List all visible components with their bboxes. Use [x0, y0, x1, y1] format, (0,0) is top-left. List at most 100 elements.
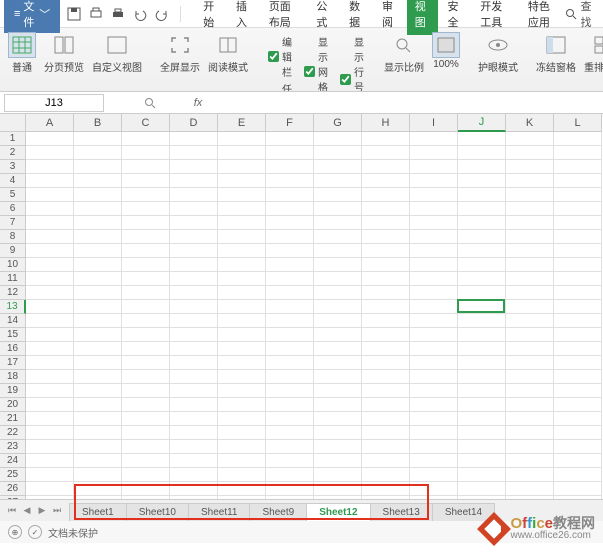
- cell[interactable]: [410, 328, 458, 342]
- cell[interactable]: [410, 468, 458, 482]
- cell[interactable]: [506, 412, 554, 426]
- cell[interactable]: [74, 370, 122, 384]
- cell[interactable]: [170, 244, 218, 258]
- cell[interactable]: [170, 328, 218, 342]
- file-menu[interactable]: ≡ 文件 ﹀: [4, 0, 60, 33]
- cell[interactable]: [506, 258, 554, 272]
- cell[interactable]: [170, 286, 218, 300]
- cell[interactable]: [218, 412, 266, 426]
- cell[interactable]: [218, 342, 266, 356]
- redo-icon[interactable]: [154, 6, 170, 22]
- cell[interactable]: [26, 146, 74, 160]
- cell[interactable]: [506, 160, 554, 174]
- view-page-preview[interactable]: 分页预览: [42, 32, 86, 74]
- col-header-E[interactable]: E: [218, 114, 266, 132]
- cell[interactable]: [506, 230, 554, 244]
- cell[interactable]: [26, 230, 74, 244]
- row-header-25[interactable]: 25: [0, 468, 26, 482]
- sheet-tab-Sheet13[interactable]: Sheet13: [370, 503, 433, 521]
- check-show-grid[interactable]: 显示网格线: [304, 34, 328, 92]
- cell[interactable]: [26, 328, 74, 342]
- cell[interactable]: [410, 188, 458, 202]
- cell[interactable]: [458, 300, 506, 314]
- cell[interactable]: [314, 300, 362, 314]
- cell[interactable]: [122, 174, 170, 188]
- cell[interactable]: [410, 272, 458, 286]
- cell[interactable]: [170, 174, 218, 188]
- cell[interactable]: [26, 342, 74, 356]
- cell[interactable]: [554, 160, 602, 174]
- cell[interactable]: [218, 426, 266, 440]
- cell[interactable]: [218, 160, 266, 174]
- cell[interactable]: [122, 216, 170, 230]
- cell[interactable]: [218, 468, 266, 482]
- cell[interactable]: [554, 146, 602, 160]
- cell[interactable]: [314, 174, 362, 188]
- cell[interactable]: [266, 174, 314, 188]
- cell[interactable]: [362, 342, 410, 356]
- cell[interactable]: [218, 174, 266, 188]
- row-header-14[interactable]: 14: [0, 314, 26, 328]
- cell[interactable]: [122, 440, 170, 454]
- cell[interactable]: [362, 188, 410, 202]
- cell[interactable]: [26, 454, 74, 468]
- cell[interactable]: [410, 132, 458, 146]
- cell[interactable]: [458, 146, 506, 160]
- arrange-windows[interactable]: 重排窗口: [582, 32, 603, 74]
- cell[interactable]: [122, 230, 170, 244]
- cell[interactable]: [554, 300, 602, 314]
- cell[interactable]: [506, 370, 554, 384]
- cell[interactable]: [266, 454, 314, 468]
- cell[interactable]: [122, 426, 170, 440]
- cell[interactable]: [314, 454, 362, 468]
- cell[interactable]: [362, 314, 410, 328]
- cell[interactable]: [314, 370, 362, 384]
- cell[interactable]: [554, 174, 602, 188]
- col-header-F[interactable]: F: [266, 114, 314, 132]
- spreadsheet-grid[interactable]: ABCDEFGHIJKL 123456789101112131415161718…: [0, 114, 603, 506]
- cell[interactable]: [26, 370, 74, 384]
- row-header-17[interactable]: 17: [0, 356, 26, 370]
- cell[interactable]: [362, 216, 410, 230]
- cell[interactable]: [506, 300, 554, 314]
- cell[interactable]: [362, 286, 410, 300]
- cell[interactable]: [218, 314, 266, 328]
- row-header-24[interactable]: 24: [0, 454, 26, 468]
- freeze-panes[interactable]: 冻结窗格: [534, 32, 578, 74]
- cell[interactable]: [26, 440, 74, 454]
- cell[interactable]: [122, 342, 170, 356]
- cell[interactable]: [74, 314, 122, 328]
- cell[interactable]: [458, 230, 506, 244]
- cell[interactable]: [506, 272, 554, 286]
- cell[interactable]: [458, 454, 506, 468]
- cell[interactable]: [458, 286, 506, 300]
- nav-last-icon[interactable]: ⏭: [51, 504, 63, 518]
- cell[interactable]: [26, 188, 74, 202]
- cell[interactable]: [410, 412, 458, 426]
- cell[interactable]: [314, 132, 362, 146]
- cell[interactable]: [410, 146, 458, 160]
- cell[interactable]: [266, 230, 314, 244]
- row-header-18[interactable]: 18: [0, 370, 26, 384]
- tab-security[interactable]: 安全: [440, 0, 471, 35]
- sheet-tab-Sheet11[interactable]: Sheet11: [188, 503, 251, 521]
- cell[interactable]: [410, 300, 458, 314]
- cell[interactable]: [314, 342, 362, 356]
- cell[interactable]: [266, 440, 314, 454]
- cell[interactable]: [314, 440, 362, 454]
- cell[interactable]: [170, 132, 218, 146]
- cell[interactable]: [218, 272, 266, 286]
- cell[interactable]: [314, 244, 362, 258]
- cell[interactable]: [410, 244, 458, 258]
- cell[interactable]: [362, 398, 410, 412]
- cell[interactable]: [410, 160, 458, 174]
- cell[interactable]: [554, 468, 602, 482]
- cell[interactable]: [362, 244, 410, 258]
- cell[interactable]: [506, 314, 554, 328]
- view-normal[interactable]: 普通: [6, 32, 38, 74]
- cell[interactable]: [218, 202, 266, 216]
- col-header-A[interactable]: A: [26, 114, 74, 132]
- cell[interactable]: [554, 412, 602, 426]
- cell[interactable]: [362, 132, 410, 146]
- tab-data[interactable]: 数据: [341, 0, 372, 35]
